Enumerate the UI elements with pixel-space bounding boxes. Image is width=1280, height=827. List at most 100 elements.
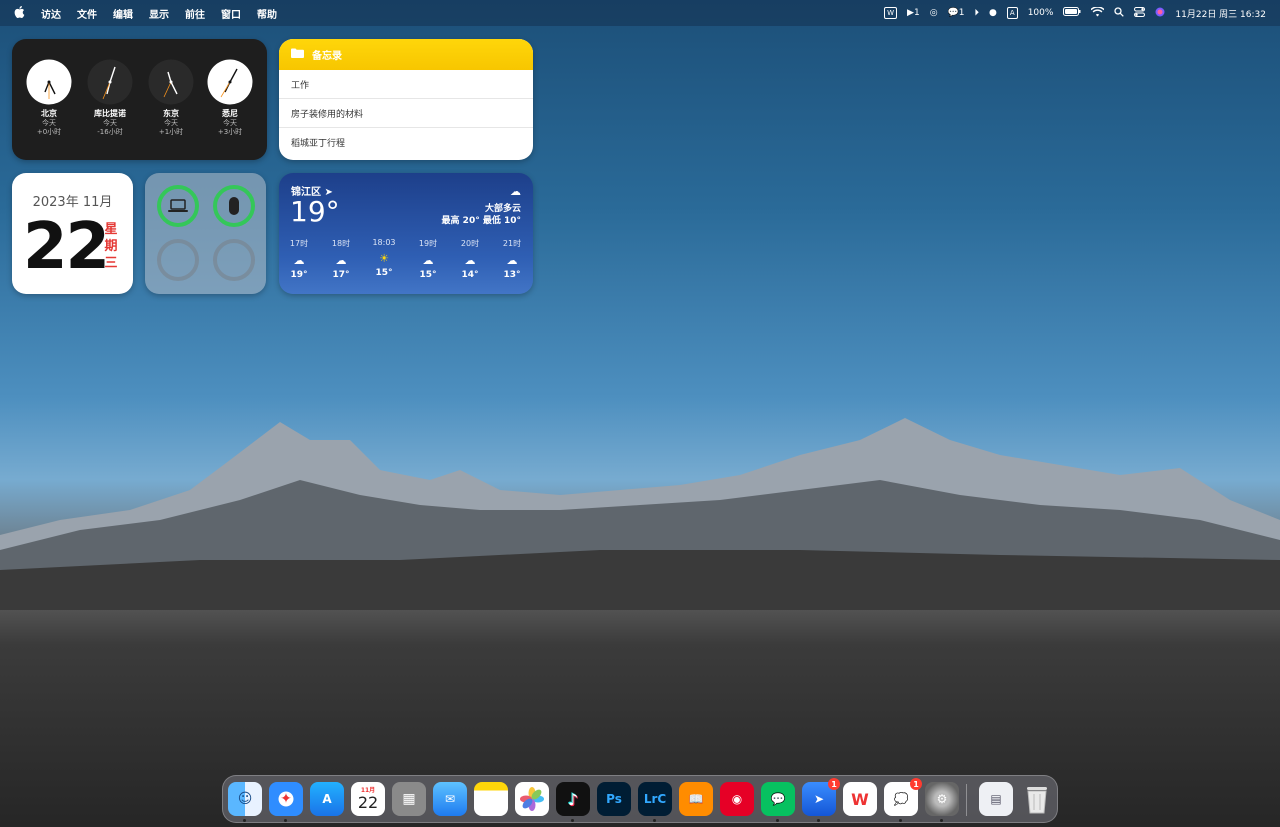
- safari-icon[interactable]: ✦: [269, 782, 303, 816]
- macbook-battery-ring: [157, 185, 199, 227]
- tiktok-icon[interactable]: ♪: [556, 782, 590, 816]
- clock-offset: +0小时: [36, 128, 62, 136]
- forecast-time: 17时: [289, 239, 309, 248]
- play-status-icon[interactable]: ⏵: [975, 8, 980, 18]
- notes-title: 备忘录: [312, 51, 342, 62]
- books-icon[interactable]: 📖: [679, 782, 713, 816]
- menubar-clock[interactable]: 11月22日 周三 16:32: [1175, 7, 1266, 20]
- world-clock-widget[interactable]: 北京 今天 +0小时 库比提诺 今天 -16小时 东京 今天 +1小时 悉尼 今…: [12, 39, 267, 160]
- note-item[interactable]: 房子装修用的材料: [279, 99, 533, 128]
- notes-header[interactable]: 备忘录: [279, 39, 533, 70]
- wps-status-icon[interactable]: W: [884, 7, 898, 19]
- notes-app-icon[interactable]: [474, 782, 508, 816]
- running-indicator: [243, 819, 246, 822]
- notes-widget[interactable]: 备忘录 工作 房子装修用的材料 稻城亚丁行程: [279, 39, 533, 160]
- running-indicator: [899, 819, 902, 822]
- netease-music-icon[interactable]: ◉: [720, 782, 754, 816]
- wps-icon[interactable]: W: [843, 782, 877, 816]
- weekday-char: 期: [104, 239, 118, 254]
- cloud-moon-icon: ☁: [464, 254, 476, 267]
- photos-icon[interactable]: [515, 782, 549, 816]
- menu-finder[interactable]: 访达: [41, 6, 61, 21]
- clock-day: 今天: [103, 119, 117, 127]
- menu-go[interactable]: 前往: [185, 6, 205, 21]
- wifi-icon[interactable]: [1090, 5, 1105, 20]
- note-item[interactable]: 工作: [279, 70, 533, 99]
- lightroom-label: LrC: [643, 792, 667, 806]
- clock-face-icon: [87, 59, 133, 105]
- calendar-month: 2023年 11月: [32, 195, 113, 210]
- dock: ☺ ✦ A 11月 22 ▦ ✉ ♪ Ps LrC 📖 ◉ 💬 ➤ 1 W 💭 1 …: [222, 775, 1058, 823]
- clock-offset: -16小时: [97, 128, 123, 136]
- menu-view[interactable]: 显示: [149, 6, 169, 21]
- battery-icon[interactable]: [1063, 7, 1081, 19]
- cloud-icon: ☁: [422, 254, 434, 267]
- menu-bar: 访达 文件 编辑 显示 前往 窗口 帮助 W ▶1 ◎ 💬1 ⏵ ● A 100…: [0, 0, 1280, 26]
- siri-icon[interactable]: [1155, 7, 1165, 20]
- clock-day: 今天: [164, 119, 178, 127]
- weekday-char: 星: [104, 222, 118, 237]
- chat-status-icon[interactable]: 💬1: [948, 8, 965, 18]
- calculator-icon[interactable]: ▦: [392, 782, 426, 816]
- menu-file[interactable]: 文件: [77, 6, 97, 21]
- batteries-widget[interactable]: [145, 173, 266, 294]
- clock-city: 北京: [41, 109, 57, 118]
- lightroom-classic-icon[interactable]: LrC: [638, 782, 672, 816]
- feishu-count: 1: [913, 8, 920, 18]
- control-center-icon[interactable]: [1134, 6, 1146, 20]
- lens-status-icon[interactable]: ◎: [930, 8, 938, 18]
- clock-day: 今天: [42, 119, 56, 127]
- sunset-icon: ☀: [379, 252, 389, 265]
- mouse-icon: [229, 197, 239, 215]
- laptop-icon: [168, 199, 188, 212]
- hourly-forecast: 19时 ☁ 15°: [413, 238, 443, 280]
- apple-menu-icon[interactable]: [14, 5, 25, 21]
- battery-percent[interactable]: 100%: [1028, 8, 1054, 18]
- photoshop-icon[interactable]: Ps: [597, 782, 631, 816]
- hourly-forecast: 18时 ☁ 17°: [326, 238, 356, 280]
- forecast-time: 21时: [502, 239, 522, 248]
- chat-count: 1: [958, 8, 965, 18]
- running-indicator: [940, 819, 943, 822]
- document-stack-icon[interactable]: ▤: [979, 782, 1013, 816]
- search-icon[interactable]: [1114, 6, 1125, 20]
- notification-badge: 1: [828, 778, 840, 790]
- app-store-icon[interactable]: A: [310, 782, 344, 816]
- clock-offset: +1小时: [158, 128, 184, 136]
- clock-face-icon: [148, 59, 194, 105]
- running-indicator: [284, 819, 287, 822]
- weather-widget[interactable]: 锦江区 ➤ 19° ☁ 大部多云 最高 20° 最低 10° 17时 ☁ 19°…: [279, 173, 533, 294]
- running-indicator: [776, 819, 779, 822]
- finder-icon[interactable]: ☺: [228, 782, 262, 816]
- hourly-forecast: 20时 ☁ 14°: [455, 238, 485, 280]
- chat-app-icon[interactable]: 💭 1: [884, 778, 922, 816]
- running-indicator: [571, 819, 574, 822]
- running-indicator: [653, 819, 656, 822]
- feishu-status-icon[interactable]: ▶1: [907, 8, 920, 18]
- calendar-day: 22: [23, 210, 110, 284]
- calendar-app-day: 22: [357, 793, 379, 812]
- input-method-icon[interactable]: A: [1006, 7, 1018, 19]
- notification-badge: 1: [910, 778, 922, 790]
- menu-window[interactable]: 窗口: [221, 6, 241, 21]
- forecast-temp: 15°: [419, 270, 437, 280]
- clock-cupertino: 库比提诺 今天 -16小时: [85, 59, 135, 137]
- wechat-status-icon[interactable]: ●: [989, 8, 997, 18]
- menu-edit[interactable]: 编辑: [113, 6, 133, 21]
- trash-icon[interactable]: [1020, 782, 1054, 816]
- mail-icon[interactable]: ✉: [433, 782, 467, 816]
- empty-battery-ring: [157, 239, 199, 281]
- system-settings-icon[interactable]: ⚙: [925, 782, 959, 816]
- feishu-icon[interactable]: ➤ 1: [802, 778, 840, 816]
- weather-current-temp: 19°: [290, 195, 340, 228]
- clock-day: 今天: [223, 119, 237, 127]
- menu-help[interactable]: 帮助: [257, 6, 277, 21]
- calendar-app-icon[interactable]: 11月 22: [351, 782, 385, 816]
- note-item[interactable]: 稻城亚丁行程: [279, 128, 533, 156]
- clock-beijing: 北京 今天 +0小时: [24, 59, 74, 137]
- calendar-widget[interactable]: 2023年 11月 22 星 期 三: [12, 173, 133, 294]
- clock-city: 东京: [163, 109, 179, 118]
- clock-tokyo: 东京 今天 +1小时: [146, 59, 196, 137]
- forecast-temp: 17°: [332, 270, 350, 280]
- wechat-icon[interactable]: 💬: [761, 782, 795, 816]
